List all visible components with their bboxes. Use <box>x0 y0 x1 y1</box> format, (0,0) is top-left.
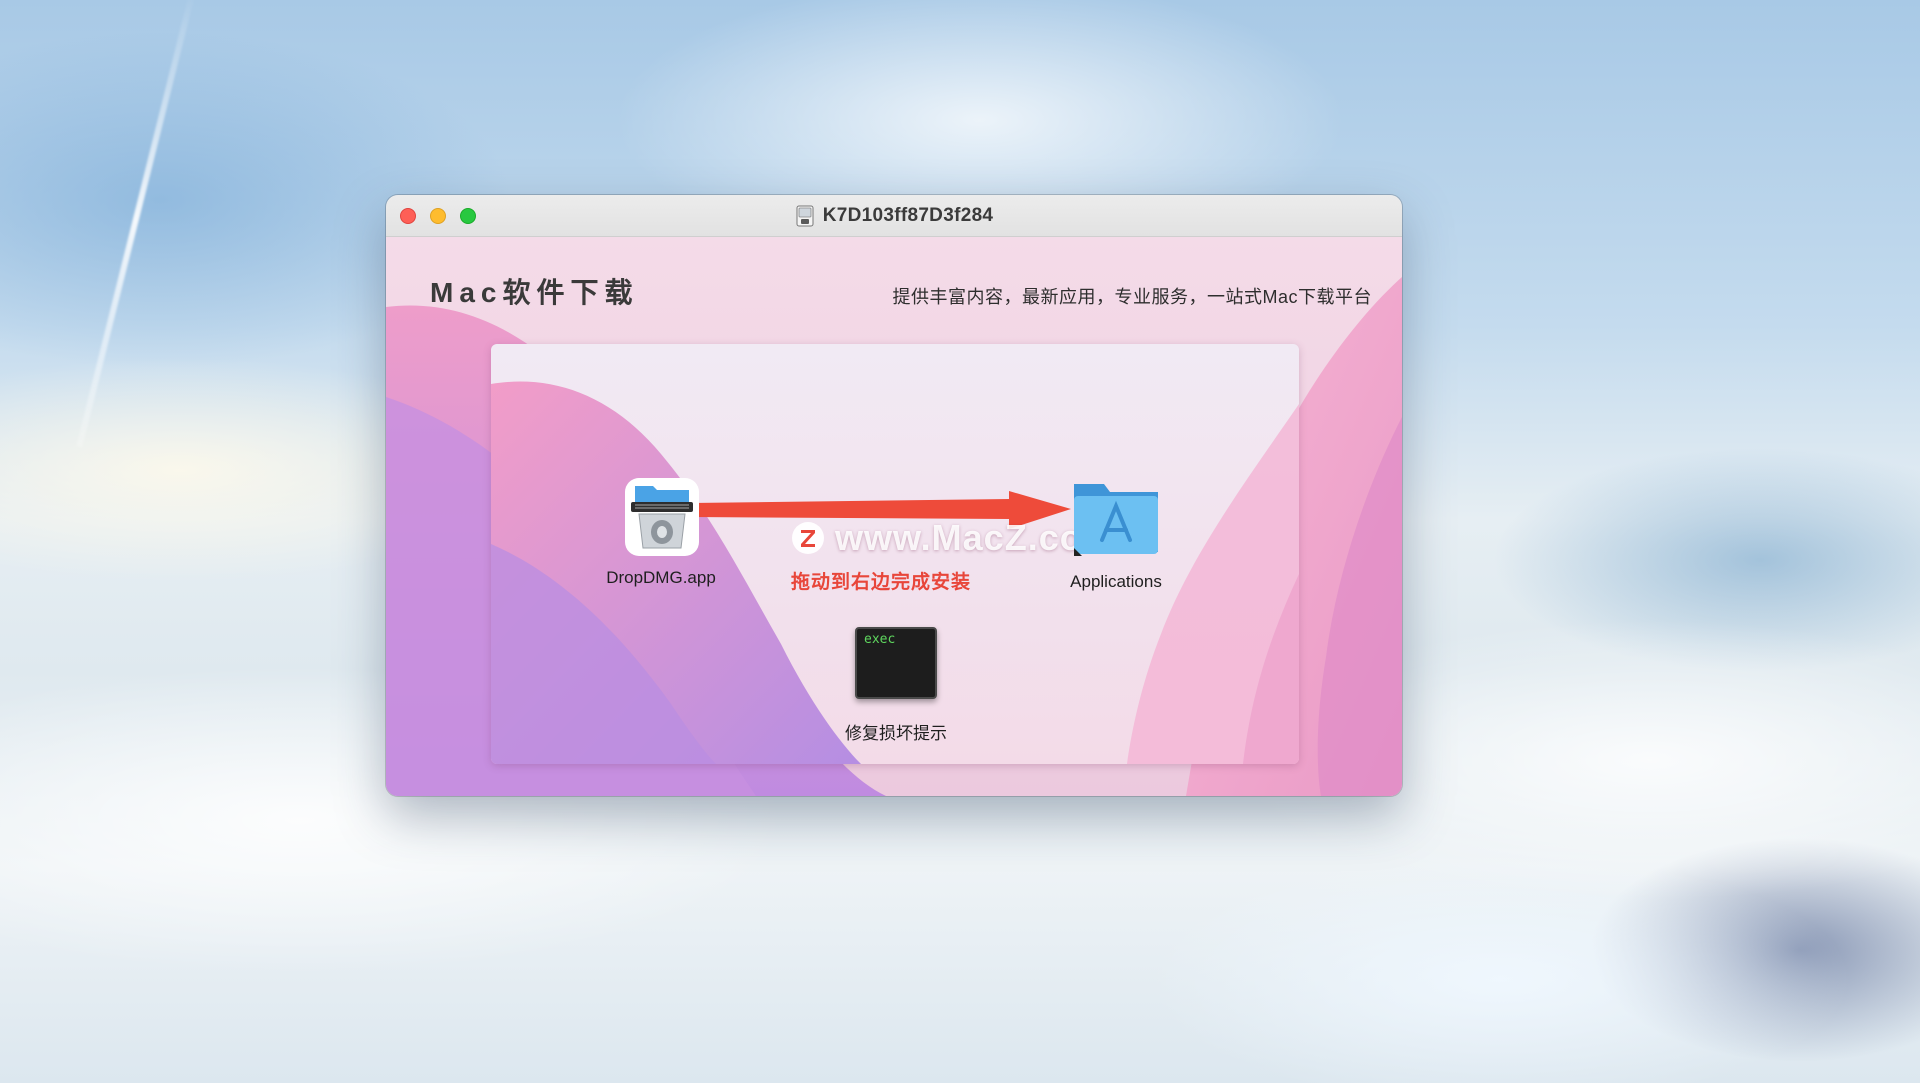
dmg-installer-window: K7D103ff87D3f284 Mac软件下载 提供丰富内容，最新应用，专业服… <box>386 195 1402 796</box>
terminal-exec-icon: exec <box>855 627 937 699</box>
window-content: Mac软件下载 提供丰富内容，最新应用，专业服务，一站式Mac下载平台 Drop… <box>386 237 1402 796</box>
dropdmg-app-icon <box>625 478 699 556</box>
exec-icon-text: exec <box>864 632 896 647</box>
install-panel: DropDMG.app www.MacZ.com Applications 拖动… <box>491 344 1299 764</box>
sky-light-streak <box>76 0 196 448</box>
disk-image-icon <box>796 205 814 227</box>
title-group: K7D103ff87D3f284 <box>386 195 1402 237</box>
dropdmg-app-item[interactable]: DropDMG.app <box>591 476 731 606</box>
dropdmg-app-label: DropDMG.app <box>606 568 716 587</box>
applications-folder-icon <box>1074 484 1158 556</box>
install-hint: 拖动到右边完成安装 <box>790 572 971 593</box>
applications-folder-item[interactable]: Applications <box>1046 476 1186 608</box>
window-title: K7D103ff87D3f284 <box>822 205 994 226</box>
macz-logo-icon <box>792 522 824 554</box>
brand-title: Mac软件下载 <box>430 277 639 308</box>
repair-exec-label: 修复损坏提示 <box>845 724 947 743</box>
title-bar[interactable]: K7D103ff87D3f284 <box>386 195 1402 237</box>
repair-exec-item[interactable]: exec 修复损坏提示 <box>791 627 1001 752</box>
applications-label: Applications <box>1070 572 1162 591</box>
desktop-background: K7D103ff87D3f284 Mac软件下载 提供丰富内容，最新应用，专业服… <box>0 0 1920 1083</box>
slogan-text: 提供丰富内容，最新应用，专业服务，一站式Mac下载平台 <box>892 287 1372 307</box>
